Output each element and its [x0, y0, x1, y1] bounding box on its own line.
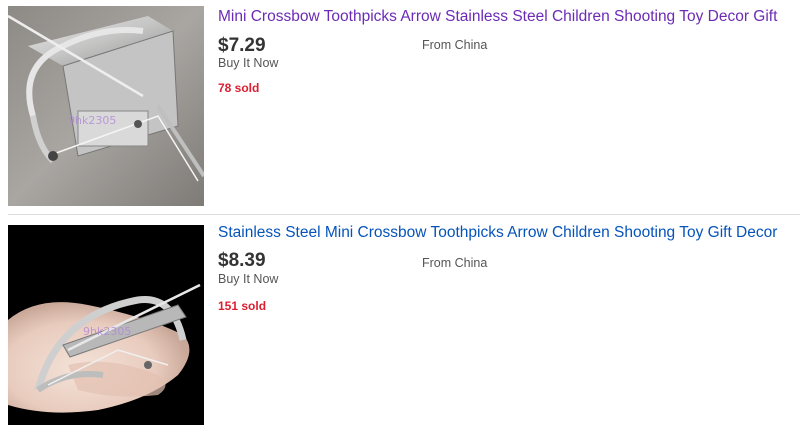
- svg-text:9hk2305: 9hk2305: [68, 114, 116, 127]
- svg-text:9hk2305: 9hk2305: [83, 325, 131, 338]
- price: $7.29: [218, 35, 266, 56]
- item-location: From China: [422, 256, 488, 270]
- crossbow-in-hand-photo-icon: 9hk2305: [8, 225, 204, 425]
- sold-count: 78 sold: [218, 81, 260, 95]
- sold-count: 151 sold: [218, 299, 267, 313]
- item-location: From China: [422, 38, 488, 52]
- buying-format: Buy It Now: [218, 56, 279, 70]
- price: $8.39: [218, 250, 266, 271]
- buying-format: Buy It Now: [218, 272, 279, 286]
- listing-title-link[interactable]: Stainless Steel Mini Crossbow Toothpicks…: [218, 224, 777, 242]
- search-result-item: 9hk2305 Mini Crossbow Toothpicks Arrow S…: [0, 0, 800, 214]
- product-image[interactable]: 9hk2305: [8, 225, 204, 425]
- crossbow-photo-icon: 9hk2305: [8, 6, 204, 206]
- listing-title-link[interactable]: Mini Crossbow Toothpicks Arrow Stainless…: [218, 8, 777, 26]
- search-result-item: 9hk2305 Stainless Steel Mini Crossbow To…: [0, 215, 800, 431]
- product-image[interactable]: 9hk2305: [8, 6, 204, 206]
